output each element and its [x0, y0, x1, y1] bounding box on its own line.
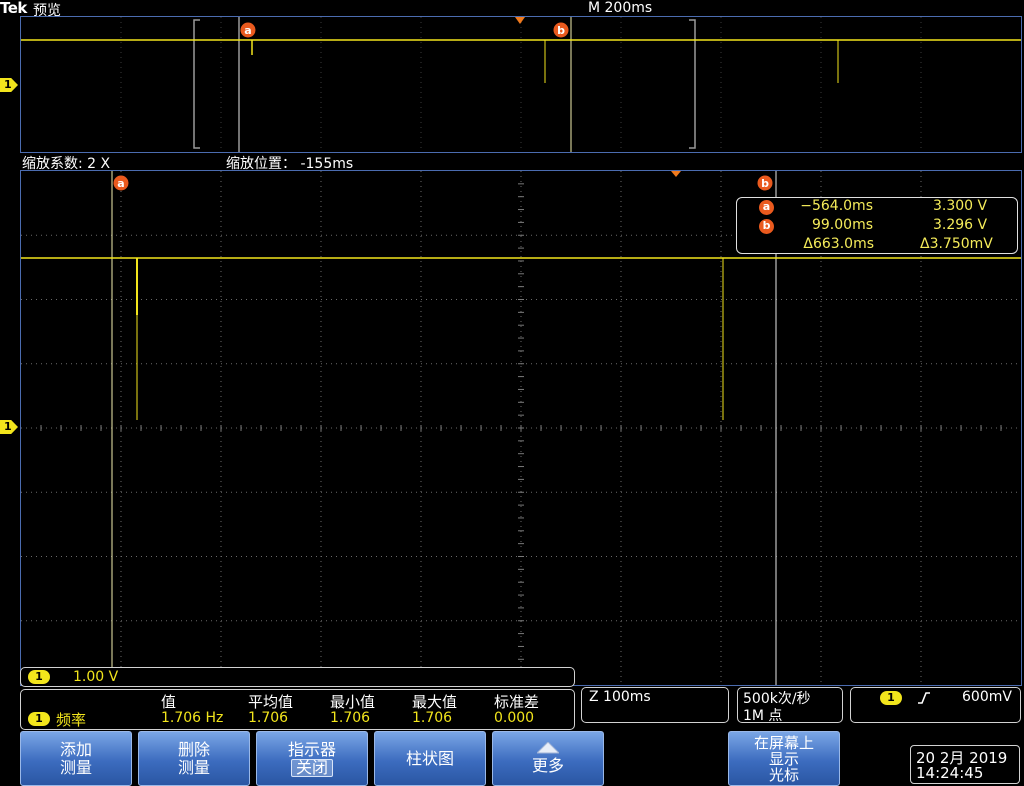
button-label-line: 测量 [59, 757, 92, 777]
cursor-delta-time: Δ663.0ms [803, 236, 874, 252]
acquisition-box: 500k次/秒 1M 点 [737, 687, 843, 724]
button-label-line: 更多 [531, 756, 564, 775]
zoom-timebase: Z 100ms [589, 689, 651, 705]
button-label-line: 柱状图 [405, 748, 454, 768]
remove-measurement-button[interactable]: 删除 测量 [138, 731, 250, 786]
overview-cursor-a-label: a [244, 24, 251, 37]
zoom-box-right-bracket [689, 19, 696, 149]
cursor-b-time: 99.00ms [811, 217, 873, 233]
measurement-mean: 1.706 [248, 710, 289, 726]
date-time-box: 20 2月 2019 14:24:45 [910, 745, 1020, 784]
measurement-channel-badge: 1 [28, 712, 50, 726]
measurement-name: 频率 [56, 711, 87, 729]
zoom-timebase-box: Z 100ms [581, 687, 729, 723]
measurement-min: 1.706 [330, 710, 371, 726]
indicators-button[interactable]: 指示器 关闭 [256, 731, 368, 786]
measurement-panel: 值 平均值 最小值 最大值 标准差 1 频率 1.706 Hz 1.706 1.… [20, 689, 575, 730]
cursor-a-time: −564.0ms [800, 198, 873, 214]
cursor-readout: a −564.0ms 3.300 V b 99.00ms 3.296 V Δ66… [736, 197, 1018, 254]
rising-edge-icon [918, 692, 930, 704]
button-label-line: 删除 [177, 739, 210, 759]
measurement-value: 1.706 Hz [161, 710, 224, 726]
channel-1-scale-label: 1 1.00 V [20, 667, 575, 687]
measurement-max: 1.706 [412, 710, 453, 726]
button-label-line: 指示器 [287, 739, 336, 759]
button-label-line: 显示 [768, 749, 799, 768]
show-cursors-on-screen-button[interactable]: 在屏幕上 显示 光标 [728, 731, 840, 786]
button-label-line: 添加 [59, 739, 92, 759]
channel-1-marker: 1 [0, 420, 18, 434]
trigger-source-badge: 1 [880, 691, 902, 705]
add-measurement-button[interactable]: 添加 测量 [20, 731, 132, 786]
record-length: 1M 点 [743, 708, 783, 724]
measurement-header-min: 最小值 [330, 693, 376, 711]
button-label-line: 在屏幕上 [753, 733, 814, 752]
button-label-line: 光标 [768, 765, 799, 784]
channel-1-vertical-scale: 1.00 V [73, 669, 119, 685]
measurement-header-mean: 平均值 [248, 693, 294, 711]
overview-grid [120, 17, 922, 152]
cursor-a-icon: a [759, 200, 774, 215]
cursor-b-label: b [761, 177, 769, 190]
horizontal-scale: M 200ms [588, 0, 653, 16]
zoom-box-left-bracket [193, 19, 200, 149]
channel-1-badge: 1 [28, 670, 50, 684]
measurement-header-std-dev: 标准差 [494, 693, 540, 711]
up-arrow-icon-shape [537, 742, 559, 754]
overview-trigger-position-marker [515, 17, 525, 24]
overview-waveform: a b [21, 17, 1021, 152]
overview-channel-1-marker: 1 [0, 78, 18, 92]
measurement-header-max: 最大值 [412, 693, 458, 711]
indicators-selected-value: 关闭 [290, 758, 333, 777]
measurement-std-dev: 0.000 [494, 710, 535, 726]
cursor-a-volts: 3.300 V [933, 198, 988, 214]
overview-cursor-b-label: b [557, 24, 565, 37]
rising-edge-icon-path [918, 692, 930, 704]
cursor-b-icon: b [759, 219, 774, 234]
trigger-box: 1 600mV [850, 687, 1021, 723]
measurement-header-value: 值 [161, 693, 177, 711]
trigger-position-marker [671, 171, 681, 177]
top-status-bar: Tek 预览 M 200ms [0, 0, 1024, 19]
time: 14:24:45 [916, 764, 984, 782]
cursor-a-label: a [117, 177, 124, 190]
histogram-button[interactable]: 柱状图 [374, 731, 486, 786]
trigger-level: 600mV [962, 689, 1012, 705]
up-arrow-icon [537, 742, 559, 754]
cursor-b-volts: 3.296 V [933, 217, 988, 233]
more-button[interactable]: 更多 [492, 731, 604, 786]
brand-logo: Tek [0, 0, 27, 17]
cursor-delta-volts: Δ3.750mV [920, 236, 993, 252]
button-label-line: 测量 [177, 757, 210, 777]
